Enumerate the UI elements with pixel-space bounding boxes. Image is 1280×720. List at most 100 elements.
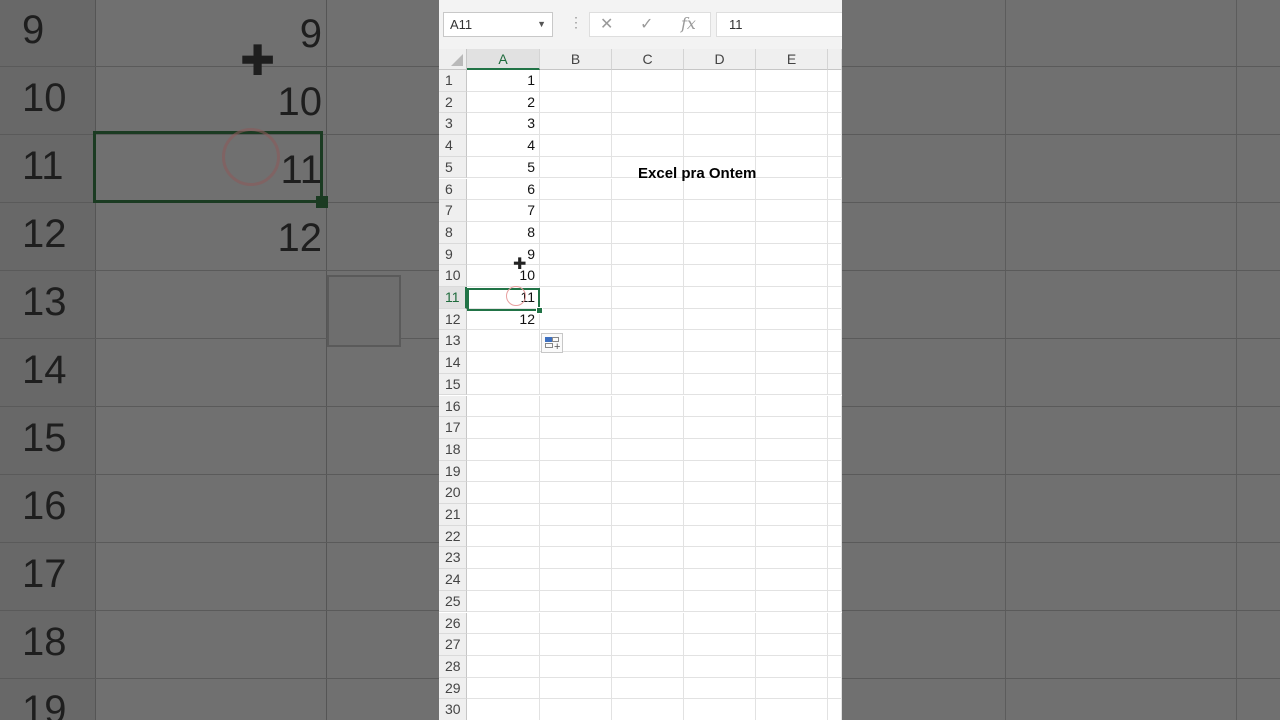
cell[interactable] xyxy=(612,634,684,656)
row-header[interactable]: 5 xyxy=(439,156,467,179)
column-header-partial[interactable] xyxy=(828,49,842,70)
cell[interactable] xyxy=(756,417,828,439)
row-header[interactable]: 6 xyxy=(439,178,467,201)
cell[interactable] xyxy=(540,287,612,309)
cell[interactable] xyxy=(828,330,842,353)
cell[interactable] xyxy=(540,135,612,157)
cell[interactable] xyxy=(540,200,612,222)
cell[interactable] xyxy=(684,655,756,678)
cell[interactable] xyxy=(467,569,540,591)
cell[interactable] xyxy=(612,287,684,309)
fill-handle[interactable] xyxy=(536,307,543,314)
row-header[interactable]: 17 xyxy=(439,417,467,439)
cell[interactable] xyxy=(612,352,684,374)
cell[interactable] xyxy=(684,373,756,396)
autofill-options-icon[interactable]: + xyxy=(541,333,563,353)
row-header[interactable]: 16 xyxy=(439,395,467,418)
row-header[interactable]: 20 xyxy=(439,482,467,504)
cancel-icon[interactable]: ✕ xyxy=(600,14,613,34)
cell[interactable] xyxy=(467,634,540,656)
cell[interactable] xyxy=(540,221,612,244)
cell[interactable] xyxy=(612,113,684,136)
row-header[interactable]: 8 xyxy=(439,221,467,244)
cell[interactable] xyxy=(684,243,756,266)
cell[interactable] xyxy=(540,699,612,720)
cell[interactable] xyxy=(828,547,842,570)
cell[interactable] xyxy=(828,677,842,700)
cell[interactable] xyxy=(684,482,756,504)
cell[interactable]: 10 xyxy=(467,265,540,287)
cell[interactable] xyxy=(612,525,684,548)
cell[interactable] xyxy=(612,677,684,700)
cell[interactable] xyxy=(467,438,540,461)
cell[interactable] xyxy=(540,156,612,179)
cell[interactable] xyxy=(756,308,828,331)
row-header[interactable]: 18 xyxy=(439,438,467,461)
cell[interactable] xyxy=(540,113,612,136)
row-header[interactable]: 21 xyxy=(439,504,467,526)
cell[interactable] xyxy=(756,113,828,136)
cell[interactable] xyxy=(467,612,540,635)
column-header-c[interactable]: C xyxy=(612,49,684,70)
row-header[interactable]: 4 xyxy=(439,135,467,157)
column-header-a[interactable]: A xyxy=(467,49,540,70)
cell[interactable] xyxy=(467,590,540,613)
cell[interactable] xyxy=(684,352,756,374)
cell[interactable] xyxy=(684,677,756,700)
cell[interactable] xyxy=(756,265,828,287)
cell[interactable] xyxy=(540,612,612,635)
cell[interactable] xyxy=(756,460,828,483)
cell[interactable] xyxy=(828,655,842,678)
cell[interactable] xyxy=(756,135,828,157)
cell[interactable] xyxy=(756,634,828,656)
cell[interactable] xyxy=(828,287,842,309)
cell[interactable] xyxy=(540,504,612,526)
cell[interactable] xyxy=(828,525,842,548)
cell[interactable] xyxy=(684,221,756,244)
cell[interactable] xyxy=(756,243,828,266)
cell[interactable] xyxy=(828,417,842,439)
cell[interactable] xyxy=(467,525,540,548)
cell[interactable]: 12 xyxy=(467,308,540,331)
cell[interactable] xyxy=(540,590,612,613)
cell[interactable] xyxy=(828,482,842,504)
cell[interactable] xyxy=(828,590,842,613)
cell[interactable] xyxy=(540,547,612,570)
cell[interactable] xyxy=(540,634,612,656)
cell[interactable] xyxy=(612,221,684,244)
cell[interactable] xyxy=(612,330,684,353)
cell[interactable] xyxy=(684,113,756,136)
cell[interactable] xyxy=(828,438,842,461)
column-header-e[interactable]: E xyxy=(756,49,828,70)
cell[interactable] xyxy=(756,352,828,374)
row-header[interactable]: 14 xyxy=(439,352,467,374)
cell[interactable] xyxy=(684,460,756,483)
cell[interactable] xyxy=(467,699,540,720)
cell[interactable] xyxy=(467,482,540,504)
cell[interactable] xyxy=(540,569,612,591)
cell[interactable] xyxy=(612,308,684,331)
cell[interactable]: 8 xyxy=(467,221,540,244)
row-header[interactable]: 9 xyxy=(439,243,467,266)
cell[interactable] xyxy=(612,265,684,287)
cell[interactable] xyxy=(684,699,756,720)
cell[interactable] xyxy=(828,243,842,266)
row-header[interactable]: 2 xyxy=(439,91,467,114)
cell[interactable] xyxy=(467,395,540,418)
cell[interactable] xyxy=(612,135,684,157)
cell[interactable] xyxy=(612,460,684,483)
cell[interactable] xyxy=(828,70,842,92)
chevron-down-icon[interactable]: ▼ xyxy=(537,19,546,29)
cell[interactable] xyxy=(828,395,842,418)
cell[interactable] xyxy=(540,91,612,114)
cell[interactable] xyxy=(540,525,612,548)
row-header[interactable]: 28 xyxy=(439,655,467,678)
cell[interactable] xyxy=(756,677,828,700)
column-header-b[interactable]: B xyxy=(540,49,612,70)
cell[interactable] xyxy=(540,395,612,418)
select-all-button[interactable] xyxy=(439,49,467,70)
cell[interactable] xyxy=(828,91,842,114)
cell[interactable]: 6 xyxy=(467,178,540,201)
cell[interactable] xyxy=(756,482,828,504)
cell[interactable] xyxy=(540,178,612,201)
